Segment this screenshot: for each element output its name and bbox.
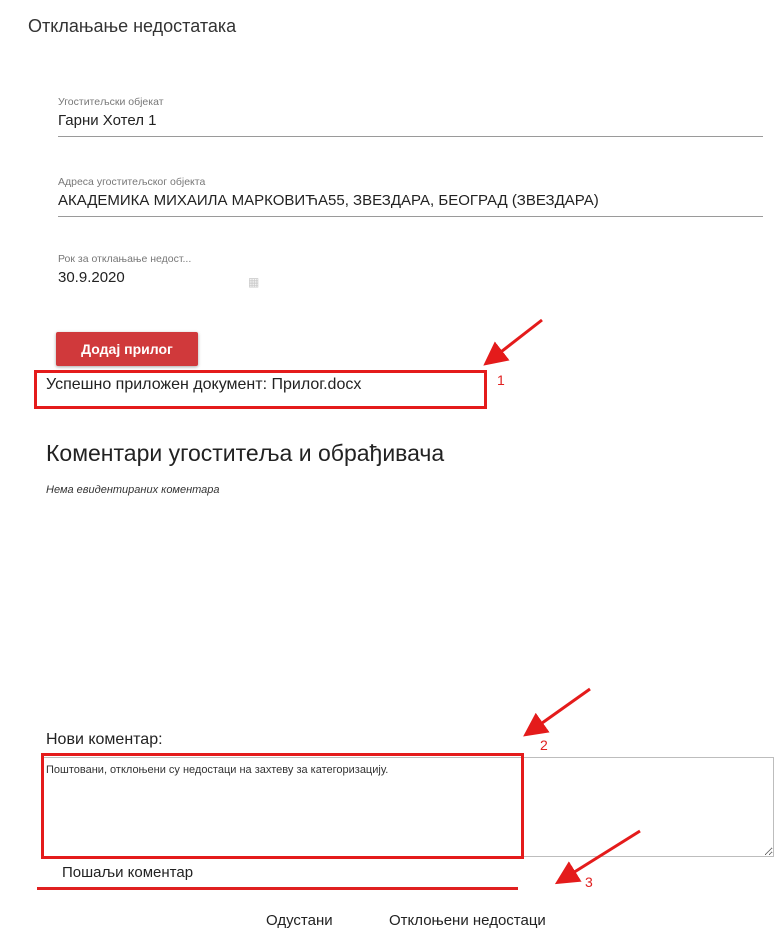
annotation-arrow-2 — [523, 687, 591, 737]
annotation-arrows — [483, 318, 641, 885]
annotation-arrow-1 — [483, 318, 543, 366]
annotation-arrow-3 — [554, 829, 641, 885]
